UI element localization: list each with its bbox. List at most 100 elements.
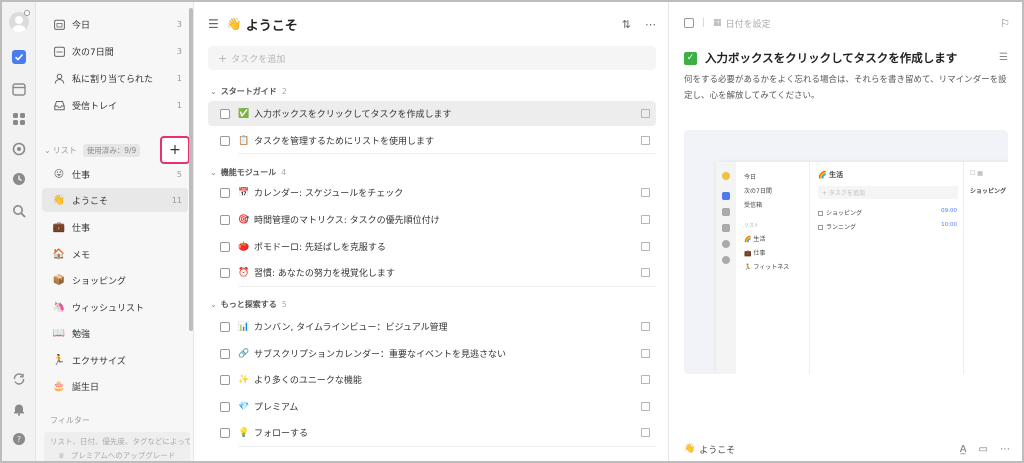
sidebar-item-today[interactable]: 今日 3 xyxy=(42,12,188,36)
task-checkbox[interactable] xyxy=(220,374,230,385)
task-emoji-icon: 💡 xyxy=(238,427,250,438)
grid-icon[interactable] xyxy=(10,110,28,128)
task-checkbox[interactable] xyxy=(220,214,230,225)
task-title: カンバン, タイムラインビュー：ビジュアル管理 xyxy=(254,323,448,333)
task-row[interactable]: ✨ より多くのユニークな機能 xyxy=(208,367,656,392)
detail-footer: 👋 ようこそ A̲ ▭ ⋯ xyxy=(684,442,1010,456)
sidebar-item-next-7-days[interactable]: 次の7日間 3 xyxy=(42,39,188,63)
calendar-icon[interactable] xyxy=(10,80,28,98)
list-format-icon[interactable]: ☰ xyxy=(999,52,1008,63)
task-row[interactable]: 🎯 時間管理のマトリクス: タスクの優先順位付け xyxy=(208,207,656,232)
calendar-icon[interactable]: ▦ xyxy=(713,18,722,28)
task-emoji-icon: ✅ xyxy=(238,108,250,119)
section-name: スタートガイド xyxy=(220,87,277,96)
more-options-icon[interactable]: ⋯ xyxy=(645,18,656,31)
task-checkbox[interactable] xyxy=(220,401,230,412)
task-row[interactable]: 📅 カレンダー: スケジュールをチェック xyxy=(208,180,656,205)
section-header[interactable]: ⌄ もっと探索する 5 xyxy=(210,299,287,310)
task-list-pane: ☰ 👋 ようこそ ⇅ ⋯ + タスクを追加 ⌄ スタートガイド 2 ✅ 入力ボッ… xyxy=(194,2,669,461)
search-icon[interactable] xyxy=(10,202,28,220)
section-header[interactable]: ⌄ スタートガイド 2 xyxy=(210,86,287,97)
section-header[interactable]: ⌄ 機能モジュール 4 xyxy=(210,167,286,178)
task-checkbox[interactable] xyxy=(220,187,230,198)
sidebar-item-list[interactable]: 🎂 誕生日 xyxy=(42,374,188,398)
section-count: 5 xyxy=(281,300,287,309)
text-format-icon[interactable]: A̲ xyxy=(960,444,967,455)
task-description[interactable]: 何をする必要があるかをよく忘れる場合は、それらを書き留めて、リマインダーを設定し… xyxy=(684,72,1014,104)
preview-side-section: リスト xyxy=(744,223,760,229)
help-icon[interactable]: ? xyxy=(10,430,28,448)
date-placeholder[interactable]: 日付を設定 xyxy=(726,17,771,30)
task-checkbox[interactable] xyxy=(220,348,230,359)
sidebar-item-list[interactable]: 💼 仕事 xyxy=(42,215,188,239)
sidebar-item-list[interactable]: 🏃 エクササイズ xyxy=(42,348,188,372)
icon-rail: ? xyxy=(2,2,36,461)
collapse-sidebar-icon[interactable]: ☰ xyxy=(208,17,219,31)
note-icon xyxy=(641,188,650,197)
task-row[interactable]: 🔗 サブスクリプションカレンダー：重要なイベントを見逃さない xyxy=(208,341,656,366)
sidebar-item-list[interactable]: 📖 勉強 xyxy=(42,321,188,345)
task-checkbox[interactable] xyxy=(220,321,230,332)
task-row[interactable]: 📋 タスクを管理するためにリストを使用します xyxy=(208,128,656,153)
more-options-icon[interactable]: ⋯ xyxy=(1000,444,1010,455)
title-emoji: 👋 xyxy=(226,17,242,31)
add-task-input[interactable]: + タスクを追加 xyxy=(208,46,656,70)
sidebar-item-inbox[interactable]: 受信トレイ 1 xyxy=(42,93,188,117)
sync-icon[interactable] xyxy=(10,370,28,388)
upgrade-button[interactable]: ♛ プレミアムへのアップグレード xyxy=(44,448,190,461)
sidebar-item-list-active[interactable]: 👋 ようこそ 11 xyxy=(42,188,188,212)
flag-icon[interactable]: ⚐ xyxy=(1000,17,1010,30)
task-row[interactable]: 💎 プレミアム xyxy=(208,394,656,419)
lists-section-header[interactable]: ⌄ リスト 使用済み：9/9 xyxy=(44,144,141,157)
bell-icon[interactable] xyxy=(10,400,28,418)
preview-window: 今日 次の7日間 受信箱 リスト 🌈 生活 💼 仕事 🏃 フィットネス 🌈 生活… xyxy=(716,162,1008,374)
task-row[interactable]: 🍅 ポモドーロ: 先延ばしを克服する xyxy=(208,234,656,259)
preview-logo-icon xyxy=(722,172,730,180)
note-icon xyxy=(641,268,650,277)
person-icon xyxy=(52,71,66,85)
note-icon xyxy=(641,375,650,384)
task-row[interactable]: 📊 カンバン, タイムラインビュー：ビジュアル管理 xyxy=(208,314,656,339)
task-checkbox[interactable] xyxy=(220,108,230,119)
list-emoji-icon: 🎂 xyxy=(52,380,66,392)
task-detail-pane: | ▦ 日付を設定 ⚐ ✓ 入力ボックスをクリックしてタスクを作成します ☰ 何… xyxy=(670,2,1022,461)
target-icon[interactable] xyxy=(10,140,28,158)
sidebar-item-list[interactable]: 😜 仕事 5 xyxy=(42,162,188,186)
clock-icon[interactable] xyxy=(10,170,28,188)
list-emoji-icon: 😜 xyxy=(53,168,65,180)
app-window: ? 今日 3 次の7日間 3 私に割り当てられた 1 受信トレイ 1 ⌄ リスト… xyxy=(0,0,1024,463)
task-checkbox[interactable] xyxy=(220,267,230,278)
sidebar-item-assigned-to-me[interactable]: 私に割り当てられた 1 xyxy=(42,66,188,90)
sidebar-scrollbar[interactable] xyxy=(189,8,193,331)
sidebar-item-list[interactable]: 📦 ショッピング xyxy=(42,268,188,292)
list-emoji-icon: 📖 xyxy=(52,327,66,339)
sort-icon[interactable]: ⇅ xyxy=(622,18,631,31)
task-row[interactable]: ⏰ 習慣: あなたの努力を視覚化します xyxy=(208,260,656,285)
task-checkbox[interactable] xyxy=(220,135,230,146)
task-emoji-icon: 📊 xyxy=(238,321,250,332)
preview-side-item: 今日 xyxy=(744,174,757,181)
task-emoji-icon: 🍅 xyxy=(238,241,250,252)
task-row[interactable]: 💡 フォローする xyxy=(208,420,656,445)
sidebar-item-list[interactable]: 🏠 メモ xyxy=(42,242,188,266)
task-checkbox[interactable] xyxy=(220,241,230,252)
sidebar-item-label: 誕生日 xyxy=(72,382,100,393)
task-checkbox-icon[interactable] xyxy=(10,48,28,66)
task-title: プレミアム xyxy=(254,403,299,413)
task-emoji-icon: 🎯 xyxy=(238,214,250,225)
task-emoji-icon: 💎 xyxy=(238,401,250,412)
sidebar-item-label: 仕事 xyxy=(72,223,91,234)
task-row[interactable]: ✅ 入力ボックスをクリックしてタスクを作成します xyxy=(208,101,656,126)
add-list-button[interactable]: + xyxy=(160,136,190,164)
detail-toolbar: | ▦ 日付を設定 ⚐ xyxy=(684,15,1010,31)
sidebar-item-label: 次の7日間 xyxy=(72,47,114,58)
task-complete-checkbox[interactable] xyxy=(684,18,694,28)
task-detail-title[interactable]: ✓ 入力ボックスをクリックしてタスクを作成します xyxy=(684,50,957,66)
task-emoji-icon: ⏰ xyxy=(238,267,250,278)
comment-icon[interactable]: ▭ xyxy=(979,444,988,455)
preview-checkbox-icon xyxy=(722,192,730,200)
task-checkbox[interactable] xyxy=(220,427,230,438)
footer-list-name[interactable]: ようこそ xyxy=(699,443,735,456)
sidebar-item-label: 受信トレイ xyxy=(72,101,118,112)
sidebar-item-list[interactable]: 🦄 ウィッシュリスト xyxy=(42,295,188,319)
